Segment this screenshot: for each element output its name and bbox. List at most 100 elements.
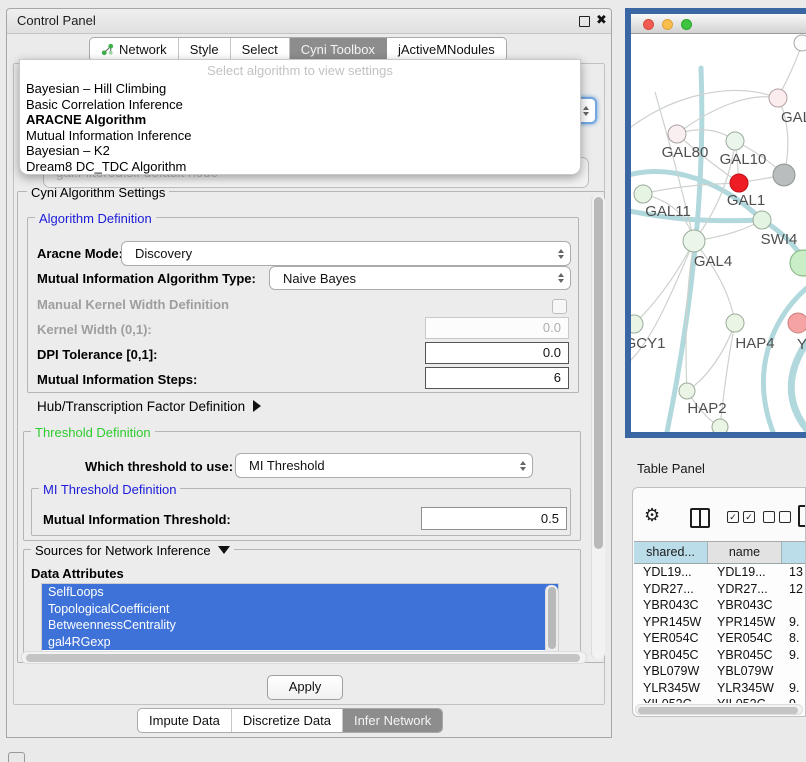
dpi-tolerance-field[interactable]: 0.0 (425, 342, 569, 364)
tab-infer-network[interactable]: Infer Network (343, 709, 442, 732)
table-row[interactable]: YIL052CYIL052C9. (634, 696, 806, 703)
checked-columns-icon[interactable]: ✓✓ (727, 511, 755, 523)
node-label: GCY1 (631, 335, 665, 352)
kernel-width-field[interactable]: 0.0 (425, 317, 569, 339)
algorithm-list: Bayesian – Hill ClimbingBasic Correlatio… (20, 81, 580, 174)
table-cell: YBL079W (717, 663, 773, 680)
table-cell: YIL052C (643, 696, 692, 703)
algorithm-option[interactable]: Bayesian – K2 (20, 143, 580, 159)
table-cell: YLR345W (643, 680, 700, 697)
kernel-width-label: Kernel Width (0,1): (37, 322, 152, 337)
algorithm-option[interactable]: ARACNE Algorithm (20, 112, 580, 128)
list-vertical-scrollbar[interactable] (545, 585, 558, 658)
network-node[interactable] (726, 314, 744, 332)
tab-jactivemnodules[interactable]: jActiveMNodules (387, 38, 506, 61)
expand-right-icon[interactable] (253, 400, 261, 412)
network-node[interactable] (679, 383, 695, 399)
control-panel-titlebar: Control Panel ✖ (7, 9, 611, 34)
zoom-light-icon[interactable] (681, 19, 692, 30)
table-panel: ⚙ ✓✓ shared... name YDL19...YDL19...13YD… (632, 487, 806, 717)
float-panel-icon[interactable] (579, 16, 590, 27)
data-attributes-list[interactable]: SelfLoopsTopologicalCoefficientBetweenne… (41, 583, 559, 660)
minimize-light-icon[interactable] (662, 19, 673, 30)
algorithm-option[interactable]: Basic Correlation Inference (20, 97, 580, 113)
mi-type-combo[interactable]: Naive Bayes (269, 266, 571, 290)
tab-discretize-data[interactable]: Discretize Data (232, 709, 343, 732)
table-row[interactable]: YDL19...YDL19...13 (634, 564, 806, 581)
column-header-name[interactable]: name (708, 542, 782, 563)
algorithm-option[interactable]: Mutual Information Inference (20, 128, 580, 144)
column-header-shared[interactable]: shared... (634, 542, 708, 563)
data-attribute-item[interactable]: SelfLoops (42, 584, 558, 601)
settings-vertical-scrollbar[interactable] (591, 195, 605, 659)
network-node[interactable] (631, 315, 643, 333)
dpi-tolerance-label: DPI Tolerance [0,1]: (37, 347, 157, 362)
tab-style[interactable]: Style (179, 38, 231, 61)
table-row[interactable]: YER054CYER054C8. (634, 630, 806, 647)
network-node[interactable] (730, 174, 748, 192)
document-icon[interactable] (798, 505, 806, 527)
sources-group-title[interactable]: Sources for Network Inference (31, 543, 234, 558)
network-node[interactable] (712, 419, 728, 432)
aracne-mode-combo[interactable]: Discovery (121, 241, 571, 266)
scrollbar-thumb[interactable] (26, 654, 580, 662)
mi-threshold-field[interactable]: 0.5 (421, 507, 567, 530)
network-node[interactable] (753, 211, 771, 229)
which-threshold-combo[interactable]: MI Threshold (235, 453, 533, 478)
data-attribute-item[interactable]: BetweennessCentrality (42, 617, 558, 634)
network-node[interactable] (683, 230, 705, 252)
node-label: GAL80 (662, 144, 709, 161)
network-node[interactable] (769, 89, 787, 107)
apply-label: Apply (289, 679, 322, 694)
collapse-down-icon[interactable] (218, 546, 230, 554)
scrollbar-thumb[interactable] (638, 707, 798, 714)
tab-cyni-toolbox[interactable]: Cyni Toolbox (290, 38, 387, 61)
gear-icon[interactable]: ⚙ (644, 506, 660, 524)
unchecked-columns-icon[interactable] (763, 511, 791, 523)
scrollbar-thumb[interactable] (548, 587, 556, 649)
close-light-icon[interactable] (643, 19, 654, 30)
split-columns-icon[interactable] (690, 508, 710, 528)
hub-section-label[interactable]: Hub/Transcription Factor Definition (37, 399, 261, 414)
tab-label: Select (242, 42, 278, 57)
close-icon[interactable]: ✖ (596, 12, 607, 28)
network-node[interactable] (773, 164, 795, 186)
sources-title-text: Sources for Network Inference (35, 543, 211, 558)
table-row[interactable]: YDR27...YDR27...12 (634, 581, 806, 598)
algorithm-option[interactable]: Dream8 DC_TDC Algorithm (20, 159, 580, 175)
network-node[interactable] (788, 313, 806, 333)
node-label: GAL (781, 109, 806, 126)
table-row[interactable]: YBR043CYBR043C (634, 597, 806, 614)
column-header-partial[interactable] (782, 542, 806, 563)
network-node[interactable] (794, 35, 806, 51)
table-row[interactable]: YBR045CYBR045C9. (634, 647, 806, 664)
apply-button[interactable]: Apply (267, 675, 343, 700)
minimized-panel-icon[interactable] (8, 752, 25, 762)
table-cell: YDL19... (643, 564, 692, 581)
settings-horizontal-scrollbar[interactable] (21, 651, 587, 664)
data-attribute-item[interactable]: gal4RGexp (42, 634, 558, 651)
table-row[interactable]: YBL079WYBL079W (634, 663, 806, 680)
tab-select[interactable]: Select (231, 38, 290, 61)
tab-label: Style (190, 42, 219, 57)
network-node[interactable] (790, 250, 806, 276)
manual-kernel-checkbox[interactable] (552, 299, 567, 314)
table-horizontal-scrollbar[interactable] (635, 704, 803, 715)
algorithm-dropdown-popup: Select algorithm to view settings Bayesi… (19, 59, 581, 175)
network-node[interactable] (726, 132, 744, 150)
table-body[interactable]: YDL19...YDL19...13YDR27...YDR27...12YBR0… (634, 564, 806, 703)
scrollbar-thumb[interactable] (594, 197, 603, 549)
algorithm-option[interactable]: Bayesian – Hill Climbing (20, 81, 580, 97)
network-node[interactable] (634, 185, 652, 203)
tab-network[interactable]: Network (90, 38, 179, 61)
tab-impute-data[interactable]: Impute Data (138, 709, 232, 732)
data-attribute-item[interactable]: TopologicalCoefficient (42, 601, 558, 618)
cyni-mode-tabs: Impute Data Discretize Data Infer Networ… (137, 708, 443, 733)
mi-steps-field[interactable]: 6 (425, 367, 569, 389)
network-canvas[interactable]: GALGAL80GAL10GAL1GAL11SWI4GAL4GCY1HAP4YH… (631, 34, 806, 432)
table-row[interactable]: YLR345WYLR345W9. (634, 680, 806, 697)
table-row[interactable]: YPR145WYPR145W9. (634, 614, 806, 631)
table-cell: YDR27... (717, 581, 768, 598)
table-cell: 12 (789, 581, 803, 598)
network-node[interactable] (668, 125, 686, 143)
